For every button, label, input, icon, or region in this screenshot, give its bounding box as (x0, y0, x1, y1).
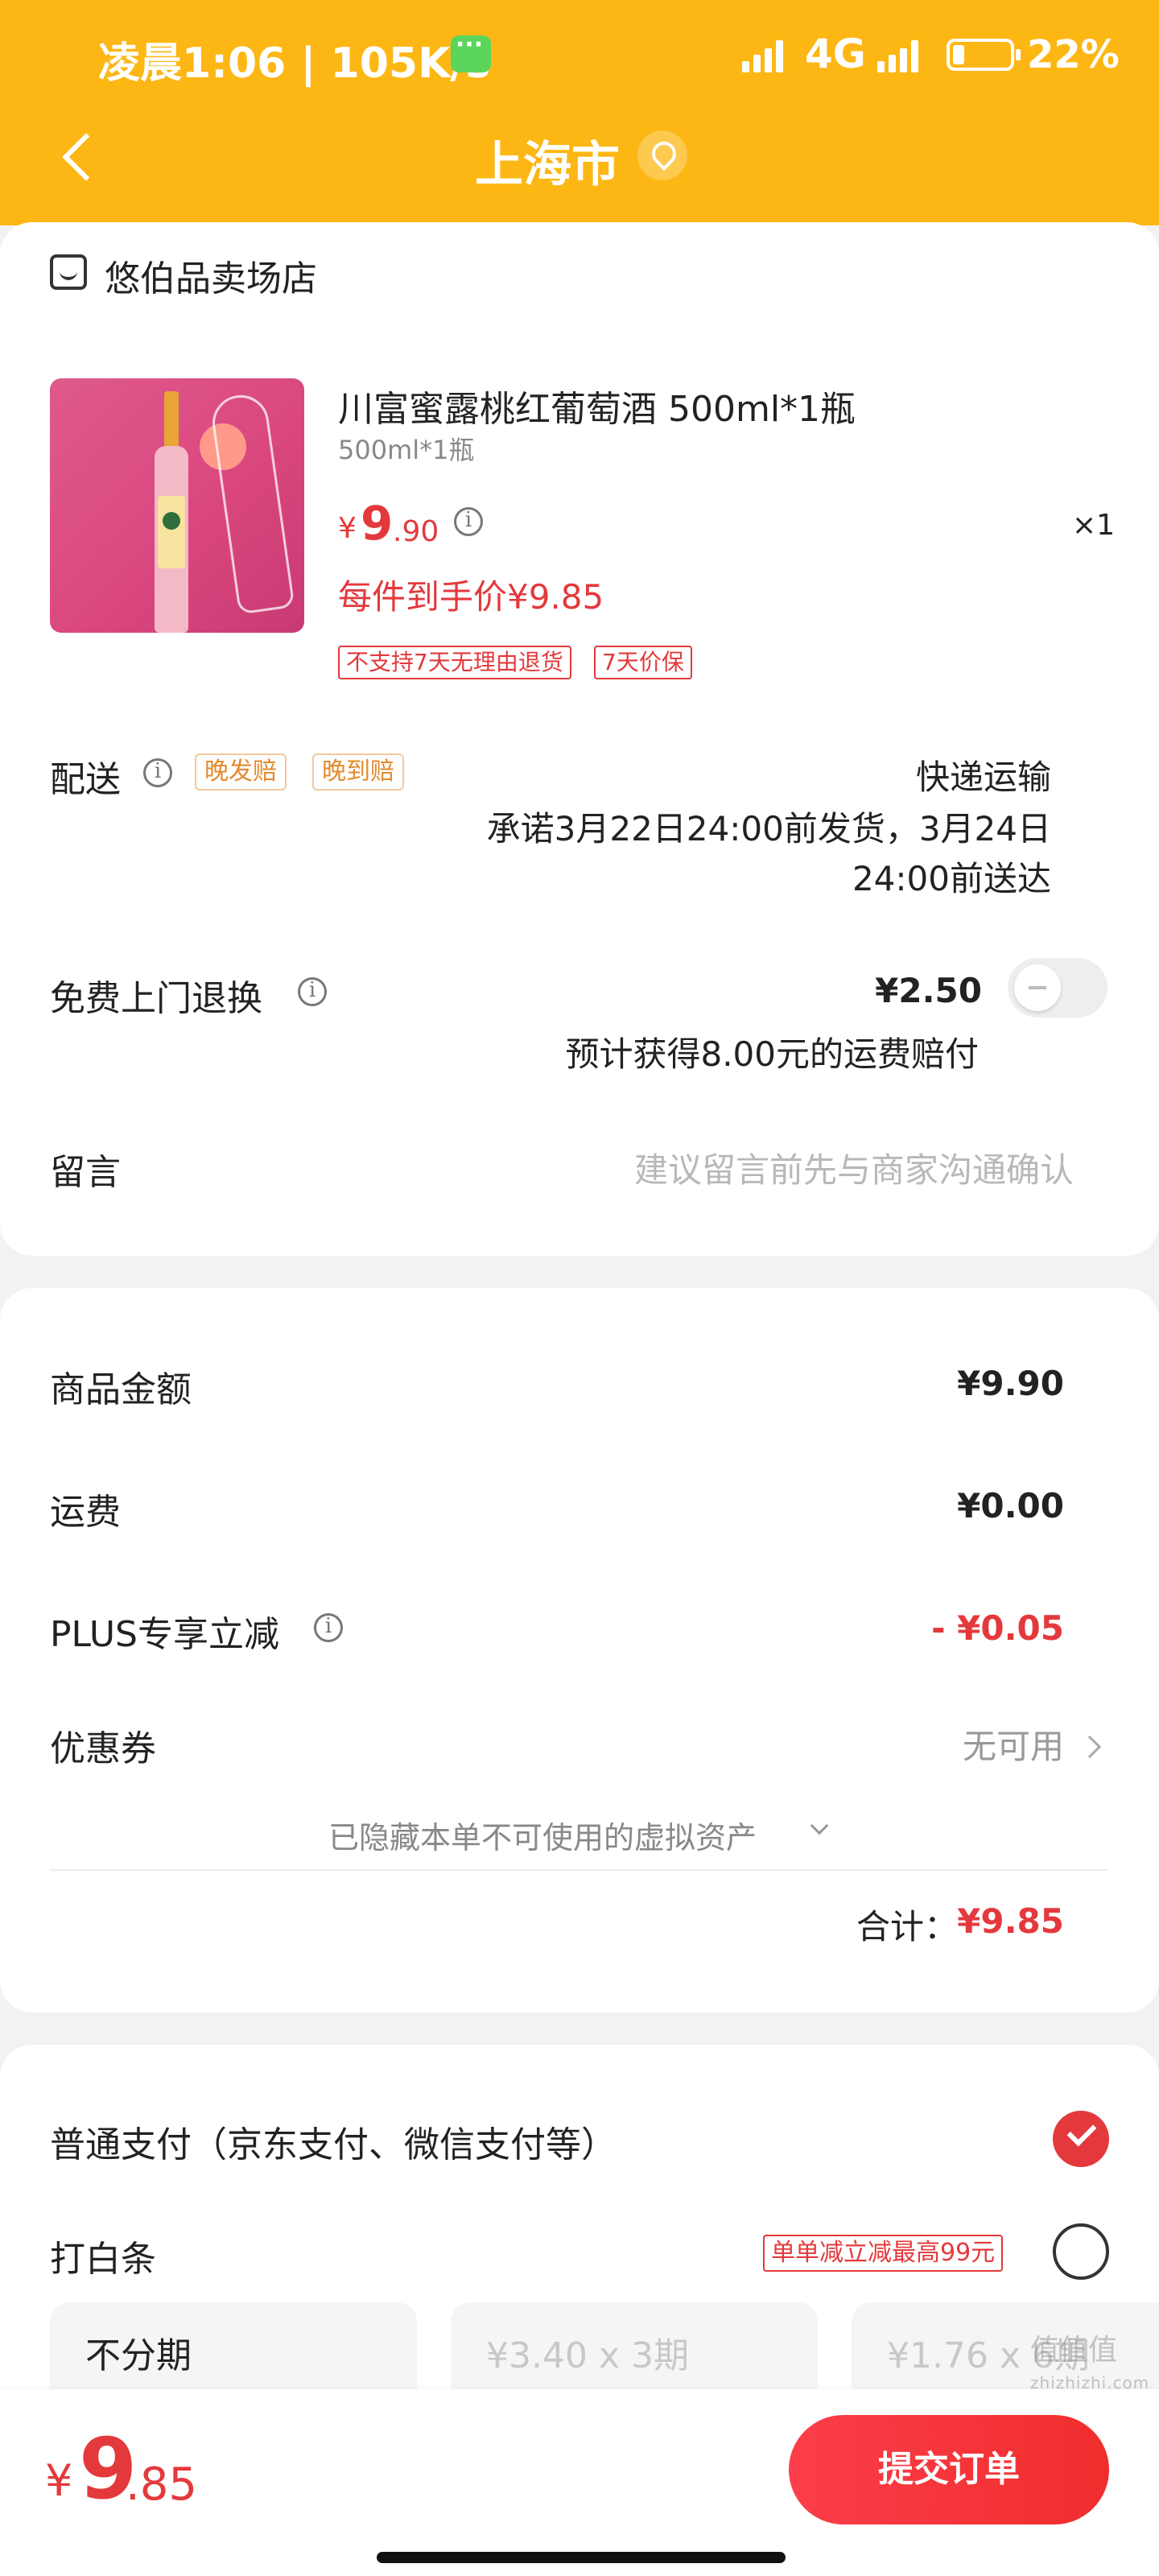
signal-icon (742, 37, 783, 72)
chevron-down-icon[interactable] (810, 1816, 829, 1835)
price-symbol: ¥ (338, 512, 357, 545)
price-info-icon[interactable] (454, 507, 483, 536)
wine-bottle-icon (155, 391, 188, 633)
delivery-promise-line2: 24:00前送达 (852, 859, 1051, 898)
price-decimal: .90 (393, 515, 439, 548)
late-ship-tag: 晚发赔 (195, 753, 287, 791)
toggle-knob (1014, 964, 1061, 1011)
signal-icon-2 (877, 37, 918, 72)
plan-label: ¥3.40 x 3期 (486, 2335, 689, 2376)
home-indicator[interactable] (377, 2552, 786, 2563)
check-unselected-icon[interactable] (1053, 2223, 1109, 2280)
plan-label: 不分期 (85, 2335, 192, 2376)
goods-amount-value: ¥9.90 (957, 1364, 1064, 1403)
free-return-info-icon[interactable] (298, 977, 327, 1006)
store-name[interactable]: 悠伯品卖场店 (105, 250, 317, 301)
late-arrive-tag: 晚到赔 (312, 753, 404, 791)
total-label: 合计： (856, 1907, 959, 1946)
hidden-assets-toggle[interactable]: 已隐藏本单不可使用的虚拟资产 (328, 1813, 757, 1857)
total-symbol: ¥ (45, 2455, 73, 2506)
status-time: 凌晨1:06 | 105K/s (98, 39, 491, 88)
delivery-info-icon[interactable] (143, 758, 172, 787)
shipping-label: 运费 (50, 1492, 121, 1533)
no-return-tag: 不支持7天无理由退货 (338, 646, 571, 679)
product-image[interactable] (50, 378, 304, 633)
message-label: 留言 (50, 1152, 121, 1193)
store-icon (50, 254, 87, 290)
shipping-value: ¥0.00 (957, 1486, 1064, 1525)
plus-info-icon[interactable] (314, 1613, 343, 1642)
submit-order-button[interactable]: 提交订单 (789, 2415, 1109, 2524)
divider (50, 1869, 1109, 1871)
price-summary-card: 商品金额 ¥9.90 运费 ¥0.00 PLUS专享立减 - ¥0.05 优惠券… (0, 1288, 1159, 2013)
product-spec: 500ml*1瓶 (338, 435, 475, 465)
status-bar: 凌晨1:06 | 105K/s 4G 22% (0, 0, 1159, 113)
total-decimal: .85 (126, 2458, 198, 2511)
product-name[interactable]: 川富蜜露桃红葡萄酒 500ml*1瓶 (338, 380, 856, 431)
order-card: 悠伯品卖场店 川富蜜露桃红葡萄酒 500ml*1瓶 500ml*1瓶 ¥ 9 .… (0, 222, 1159, 1256)
back-arrow-icon[interactable] (53, 126, 101, 190)
price-protect-tag: 7天价保 (594, 646, 692, 679)
free-return-note: 预计获得8.00元的运费赔付 (565, 1034, 979, 1074)
normal-payment-label[interactable]: 普通支付（京东支付、微信支付等） (50, 2116, 617, 2167)
plus-discount-value: - ¥0.05 (931, 1608, 1064, 1648)
page-title[interactable]: 上海市 (475, 126, 620, 196)
baitiao-promo-tag: 单单减立减最高99元 (763, 2235, 1004, 2272)
baitiao-label[interactable]: 打白条 (50, 2230, 156, 2281)
battery-level: 22% (1027, 32, 1120, 77)
goods-amount-label: 商品金额 (50, 1369, 192, 1410)
header: 凌晨1:06 | 105K/s 4G 22% 上海市 (0, 0, 1159, 225)
watermark-logo: 值值值 zhizhizhi.com (1030, 2334, 1150, 2393)
free-return-price: ¥2.50 (875, 971, 982, 1010)
coupon-value[interactable]: 无可用 (963, 1719, 1064, 1769)
wechat-icon (451, 31, 491, 72)
total-value: ¥9.85 (957, 1901, 1064, 1941)
quantity: ×1 (1072, 509, 1116, 542)
delivery-label: 配送 (50, 759, 121, 800)
free-return-toggle[interactable] (1008, 958, 1107, 1018)
network-type: 4G (805, 31, 866, 77)
delivery-method[interactable]: 快递运输 (916, 750, 1051, 799)
check-selected-icon[interactable] (1053, 2111, 1109, 2167)
chevron-right-icon[interactable] (1078, 1735, 1102, 1759)
coupon-label: 优惠券 (50, 1728, 156, 1769)
bottom-bar: ¥ 9 .85 提交订单 (0, 2389, 1159, 2576)
location-pin-icon[interactable] (637, 130, 687, 180)
battery-icon (947, 39, 1021, 71)
delivery-promise-line1: 承诺3月22日24:00前发货，3月24日 (486, 809, 1051, 848)
wine-glass-icon (208, 391, 295, 615)
price-integer: 9 (361, 496, 394, 551)
plus-discount-label: PLUS专享立减 (50, 1614, 279, 1655)
final-price: 每件到手价¥9.85 (338, 577, 604, 617)
message-input[interactable]: 建议留言前先与商家沟通确认 (634, 1143, 1074, 1192)
free-return-label: 免费上门退换 (50, 978, 262, 1019)
